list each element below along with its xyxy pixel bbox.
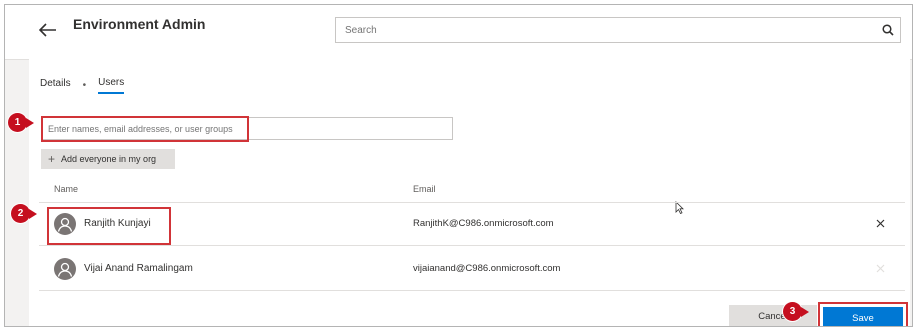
table-row[interactable]: Ranjith Kunjayi RanjithK@C986.onmicrosof… xyxy=(39,202,905,246)
user-email: vijaianand@C986.onmicrosoft.com xyxy=(413,263,561,274)
avatar xyxy=(54,213,76,235)
table-row[interactable]: Vijai Anand Ramalingam vijaianand@C986.o… xyxy=(39,247,905,291)
close-icon xyxy=(876,264,884,272)
user-name: Ranjith Kunjayi xyxy=(84,218,151,229)
callout-arrow-1 xyxy=(26,118,34,128)
people-picker-input[interactable] xyxy=(42,118,452,139)
callout-marker-3: 3 xyxy=(783,302,802,321)
search-icon xyxy=(882,24,894,36)
users-panel: Details • Users + Add everyone in my org… xyxy=(29,59,910,326)
callout-arrow-3 xyxy=(801,307,809,317)
person-icon xyxy=(57,262,73,277)
remove-user-button[interactable] xyxy=(871,214,889,232)
tab-details[interactable]: Details xyxy=(40,78,71,93)
tab-bar: Details • Users xyxy=(40,77,125,94)
header-bar: Environment Admin xyxy=(5,5,912,60)
search-button[interactable] xyxy=(876,18,900,42)
remove-user-button[interactable] xyxy=(871,259,889,277)
save-button[interactable]: Save xyxy=(823,307,903,326)
back-arrow-icon xyxy=(39,23,56,37)
person-icon xyxy=(57,217,73,232)
close-icon xyxy=(876,219,884,227)
table-header: Name Email xyxy=(39,176,905,203)
user-name: Vijai Anand Ramalingam xyxy=(84,263,193,274)
add-people-field xyxy=(41,117,453,140)
column-header-name[interactable]: Name xyxy=(54,184,78,194)
column-header-email[interactable]: Email xyxy=(413,184,436,194)
back-button[interactable] xyxy=(35,17,61,43)
callout-arrow-2 xyxy=(29,209,37,219)
page-title: Environment Admin xyxy=(73,16,206,32)
tab-users[interactable]: Users xyxy=(98,77,125,94)
app-window: Environment Admin Details • Users + Add … xyxy=(4,4,913,327)
callout-marker-2: 2 xyxy=(11,204,30,223)
search-input[interactable] xyxy=(336,17,876,43)
callout-marker-1: 1 xyxy=(8,113,27,132)
user-email: RanjithK@C986.onmicrosoft.com xyxy=(413,218,554,229)
search-box xyxy=(335,17,901,43)
avatar xyxy=(54,258,76,280)
add-everyone-label: Add everyone in my org xyxy=(61,154,157,164)
plus-icon: + xyxy=(48,152,56,166)
add-everyone-button[interactable]: + Add everyone in my org xyxy=(41,149,175,169)
tab-separator: • xyxy=(82,80,87,91)
